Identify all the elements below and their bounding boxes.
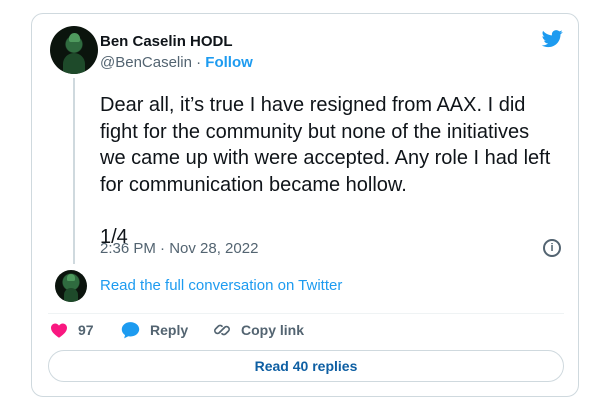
like-button[interactable]: 97	[50, 320, 94, 340]
handle-separator: ·	[196, 54, 202, 71]
tweet-text: Dear all, it’s true I have resigned from…	[100, 92, 570, 251]
tweet-text-line: Dear all, it’s true I have resigned from…	[100, 94, 526, 116]
heart-icon	[51, 323, 67, 338]
read-full-conversation-link[interactable]: Read the full conversation on Twitter	[100, 277, 342, 294]
author-handle[interactable]: @BenCaselin	[100, 54, 192, 71]
link-icon	[214, 324, 230, 336]
tweet-text-line: we came up with were accepted. Any role …	[100, 147, 551, 169]
follow-link[interactable]: Follow	[205, 54, 253, 71]
twitter-bird-icon[interactable]	[540, 28, 565, 49]
reply-button[interactable]: Reply	[121, 320, 188, 340]
like-count: 97	[78, 322, 94, 338]
tweet-text-line: for communication became hollow.	[100, 173, 407, 196]
info-icon[interactable]: i	[543, 239, 561, 257]
read-replies-label: Read 40 replies	[254, 358, 358, 374]
read-replies-button[interactable]: Read 40 replies	[48, 350, 564, 382]
author-handle-row: @BenCaselin · Follow	[100, 54, 253, 71]
divider	[48, 313, 564, 314]
thread-line	[73, 78, 75, 264]
author-avatar[interactable]	[50, 26, 98, 74]
reply-label: Reply	[150, 322, 189, 338]
author-avatar-small[interactable]	[55, 270, 87, 302]
tweet-embed-card: Ben Caselin HODL @BenCaselin · Follow De…	[31, 13, 579, 397]
author-name[interactable]: Ben Caselin HODL	[100, 33, 233, 50]
tweet-text-line: fight for the community but none of the …	[100, 120, 530, 143]
speech-bubble-icon	[121, 322, 140, 339]
copy-link-button[interactable]: Copy link	[213, 320, 304, 340]
copy-link-label: Copy link	[241, 322, 305, 338]
tweet-timestamp[interactable]: 2:36 PM · Nov 28, 2022	[100, 240, 258, 257]
